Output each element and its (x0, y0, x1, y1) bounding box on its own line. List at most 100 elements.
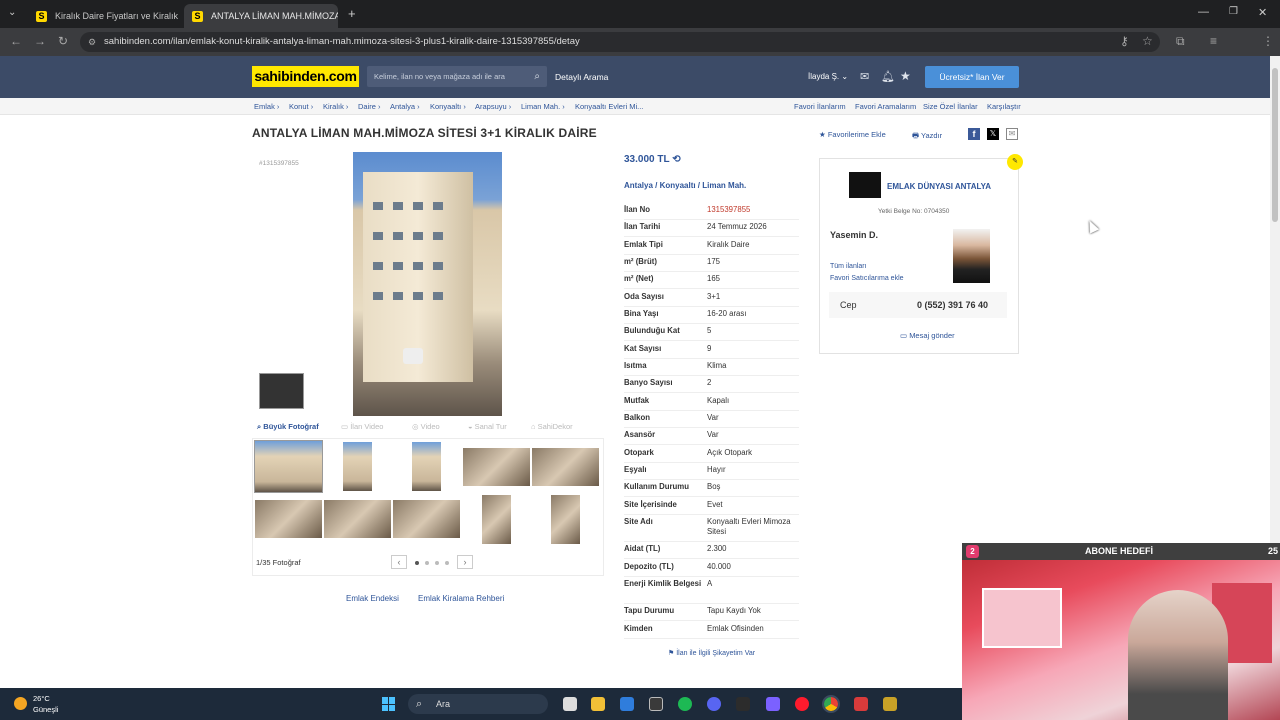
next-page-button[interactable]: › (457, 555, 473, 569)
restore-icon[interactable]: ❐ (1229, 6, 1238, 17)
agency-logo[interactable] (849, 172, 881, 198)
rental-guide-link[interactable]: Emlak Kiralama Rehberi (418, 594, 504, 603)
location-link[interactable]: Antalya / Konyaaltı / Liman Mah. (624, 181, 746, 190)
app-red-icon[interactable] (854, 697, 868, 711)
file-explorer-icon[interactable] (591, 697, 605, 711)
reading-list-icon[interactable]: ≡ (1210, 34, 1217, 48)
breadcrumb-item[interactable]: Daire › (358, 102, 381, 111)
taskbar-search[interactable]: ⌕ Ara (408, 694, 548, 714)
email-share-icon[interactable]: ✉ (1006, 128, 1018, 140)
forward-icon[interactable]: → (34, 34, 46, 48)
back-icon[interactable]: ← (10, 34, 22, 48)
photo-thumbnail[interactable] (482, 495, 511, 544)
detail-value: Konyaaltı Evleri Mimoza Sitesi (707, 517, 791, 536)
breadcrumb-item[interactable]: Konyaaltı Evleri Mi... (575, 102, 643, 111)
chrome-icon[interactable] (822, 695, 840, 713)
agency-logo-thumbnail[interactable] (259, 373, 304, 409)
task-view-icon[interactable] (563, 697, 577, 711)
chatgpt-icon[interactable] (649, 697, 663, 711)
video-tab[interactable]: ◎ Video (412, 422, 440, 431)
sahidekor-tab[interactable]: ⌂ SahiDekor (531, 422, 573, 431)
detail-value: 165 (707, 274, 721, 283)
photo-thumbnail[interactable] (254, 440, 323, 493)
favorites-star-icon[interactable]: ★ (900, 69, 911, 83)
breadcrumb-item[interactable]: Kiralık › (323, 102, 348, 111)
print-link[interactable]: 🖶︎ Yazdır (912, 130, 942, 143)
page-dot[interactable] (415, 561, 419, 565)
search-input[interactable]: Kelime, ilan no veya mağaza adı ile ara … (367, 66, 547, 87)
large-photo-tab[interactable]: ⌕ Büyük Fotoğraf (257, 422, 319, 432)
breadcrumb-item[interactable]: Konut › (289, 102, 313, 111)
opera-icon[interactable] (795, 697, 809, 711)
photo-thumbnail[interactable] (463, 448, 530, 486)
detail-key: Asansör (624, 430, 656, 439)
favorite-searches-link[interactable]: Favori Aramalarım (855, 102, 916, 111)
app-gold-icon[interactable] (883, 697, 897, 711)
compare-link[interactable]: Karşılaştır (987, 102, 1021, 111)
add-favorite-seller-link[interactable]: Favori Satıcılarıma ekle (830, 275, 904, 282)
tab-kiralik-daire[interactable]: S Kiralık Daire Fiyatları ve Kiralık D ✕ (28, 4, 180, 28)
window-close-icon[interactable]: ✕ (1258, 6, 1267, 19)
x-share-icon[interactable]: 𝕏 (987, 128, 999, 140)
password-key-icon[interactable]: ⚷ (1120, 34, 1129, 48)
add-favorite-link[interactable]: ★ Favorilerime Ekle (819, 130, 886, 139)
breadcrumb-item[interactable]: Arapsuyu › (475, 102, 511, 111)
minimize-icon[interactable]: — (1198, 6, 1209, 18)
favorite-listings-link[interactable]: Favori İlanlarım (794, 102, 846, 111)
tab-antalya-liman[interactable]: S ANTALYA LİMAN MAH.MİMOZA S ✕ (184, 4, 338, 28)
complaint-link[interactable]: ⚑ İlan ile İlgili Şikayetim Var (668, 649, 755, 657)
virtual-tour-tab[interactable]: ◒ Sanal Tur (468, 422, 507, 431)
notification-bell-icon[interactable]: 🔔︎ (881, 70, 895, 83)
photo-thumbnail[interactable] (255, 500, 322, 538)
detailed-search-link[interactable]: Detaylı Arama (555, 72, 608, 82)
grid-app-icon[interactable] (766, 697, 780, 711)
page-dot[interactable] (435, 561, 439, 565)
photo-thumbnail[interactable] (532, 448, 599, 486)
mail-icon[interactable]: ✉ (860, 70, 869, 83)
scrollbar-thumb[interactable] (1272, 68, 1278, 222)
breadcrumb-item[interactable]: Emlak › (254, 102, 279, 111)
discord-icon[interactable] (707, 697, 721, 711)
new-tab-icon[interactable]: + (348, 6, 356, 21)
phone-number[interactable]: 0 (552) 391 76 40 (917, 300, 988, 310)
detail-value: 3+1 (707, 292, 721, 301)
main-photo[interactable] (353, 152, 502, 416)
ad-video-tab[interactable]: ▭ İlan Video (341, 422, 383, 431)
menu-dots-icon[interactable]: ⋮ (1262, 34, 1274, 48)
app-icon[interactable] (736, 697, 750, 711)
tab-list-icon[interactable]: ⌄ (8, 7, 16, 18)
user-menu[interactable]: İlayda Ş. ⌄ (808, 72, 848, 81)
weather-desc[interactable]: Güneşli (33, 705, 58, 714)
send-message-link[interactable]: ▭ Mesaj gönder (900, 331, 955, 340)
windows-start-icon[interactable] (382, 697, 396, 711)
prev-page-button[interactable]: ‹ (391, 555, 407, 569)
url-field[interactable]: ⚙ sahibinden.com/ilan/emlak-konut-kirali… (80, 32, 1160, 52)
reload-icon[interactable]: ↻ (58, 34, 68, 48)
photo-thumbnail[interactable] (393, 500, 460, 538)
photo-thumbnail[interactable] (343, 442, 372, 491)
breadcrumb-item[interactable]: Konyaaltı › (430, 102, 466, 111)
history-icon[interactable]: ⟲ (672, 154, 680, 165)
bookmark-star-icon[interactable]: ☆ (1142, 34, 1153, 48)
facebook-share-icon[interactable]: f (968, 128, 980, 140)
emlak-endeksi-link[interactable]: Emlak Endeksi (346, 594, 399, 603)
spotify-icon[interactable] (678, 697, 692, 711)
site-info-icon[interactable]: ⚙ (88, 32, 96, 52)
special-listings-link[interactable]: Size Özel İlanlar (923, 102, 978, 111)
extensions-icon[interactable]: ⧉ (1176, 34, 1185, 49)
weather-temp[interactable]: 26°C (33, 694, 50, 703)
photo-thumbnail[interactable] (551, 495, 580, 544)
agency-name[interactable]: EMLAK DÜNYASI ANTALYA (887, 182, 991, 191)
post-ad-button[interactable]: Ücretsiz* İlan Ver (925, 66, 1019, 88)
page-dot[interactable] (445, 561, 449, 565)
breadcrumb-item[interactable]: Liman Mah. › (521, 102, 565, 111)
page-dot[interactable] (425, 561, 429, 565)
photo-thumbnail[interactable] (412, 442, 441, 491)
search-icon[interactable]: ⌕ (534, 66, 540, 87)
outlook-icon[interactable] (620, 697, 634, 711)
sun-icon[interactable] (14, 697, 27, 710)
breadcrumb-item[interactable]: Antalya › (390, 102, 420, 111)
photo-thumbnail[interactable] (324, 500, 391, 538)
site-logo[interactable]: sahibinden.com (252, 66, 359, 87)
all-ads-link[interactable]: Tüm ilanları (830, 263, 867, 270)
